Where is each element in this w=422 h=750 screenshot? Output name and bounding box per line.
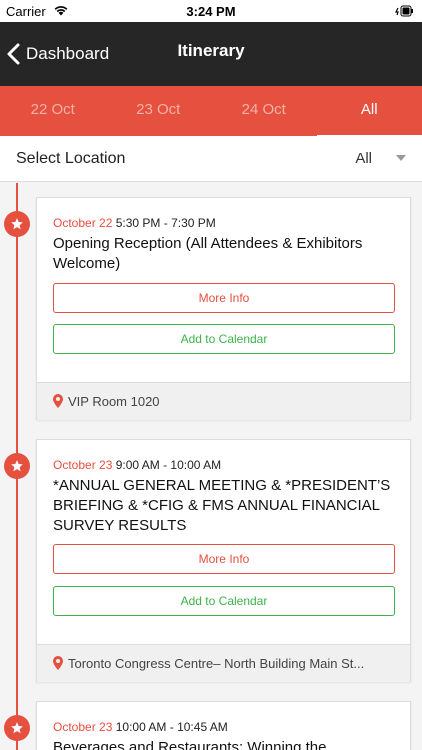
event-card: October 22 5:30 PM - 7:30 PM Opening Rec… [36,197,411,420]
more-info-button[interactable]: More Info [53,283,395,313]
tab-23-oct[interactable]: 23 Oct [106,86,212,136]
tab-22-oct[interactable]: 22 Oct [0,86,106,136]
event-time: 10:00 AM - 10:45 AM [115,720,228,734]
chevron-down-icon [396,155,406,161]
event-time: 9:00 AM - 10:00 AM [115,458,222,472]
event-card: October 23 9:00 AM - 10:00 AM *ANNUAL GE… [36,439,411,682]
status-bar: Carrier 3:24 PM [0,0,422,22]
venue-name: VIP Room 1020 [68,394,160,409]
date-tabs: 22 Oct 23 Oct 24 Oct All [0,86,422,138]
status-time: 3:24 PM [186,4,236,19]
event-title: Beverages and Restaurants: Winning the [53,739,327,750]
tab-all[interactable]: All [316,86,422,138]
event-date: October 22 [53,216,113,230]
event-date: October 23 [53,720,113,734]
star-icon [4,453,30,479]
location-pin-icon [53,394,63,408]
battery-icon [395,5,413,17]
event-card: October 23 10:00 AM - 10:45 AM Beverages… [36,701,411,750]
event-datetime: October 23 9:00 AM - 10:00 AM [53,458,221,472]
venue-name: Toronto Congress Centre– North Building … [68,656,365,671]
tab-24-oct[interactable]: 24 Oct [211,86,317,136]
more-info-button[interactable]: More Info [53,544,395,574]
event-datetime: October 22 5:30 PM - 7:30 PM [53,216,216,230]
event-date: October 23 [53,458,113,472]
location-label: Select Location [16,150,126,167]
star-icon [4,211,30,237]
add-to-calendar-button[interactable]: Add to Calendar [53,324,395,354]
event-venue: Toronto Congress Centre– North Building … [37,644,410,682]
event-datetime: October 23 10:00 AM - 10:45 AM [53,720,228,734]
event-title: Opening Reception (All Attendees & Exhib… [53,235,363,272]
event-venue: VIP Room 1020 [37,382,410,420]
location-pin-icon [53,656,63,670]
star-icon [4,715,30,741]
event-time: 5:30 PM - 7:30 PM [115,216,216,230]
add-to-calendar-button[interactable]: Add to Calendar [53,586,395,616]
navigation-bar: Dashboard Itinerary [0,22,422,86]
location-value: All [355,150,372,167]
location-selector[interactable]: Select Location All [0,136,422,182]
page-title: Itinerary [177,41,245,60]
event-title: *ANNUAL GENERAL MEETING & *PRESIDENT’S B… [53,477,391,534]
